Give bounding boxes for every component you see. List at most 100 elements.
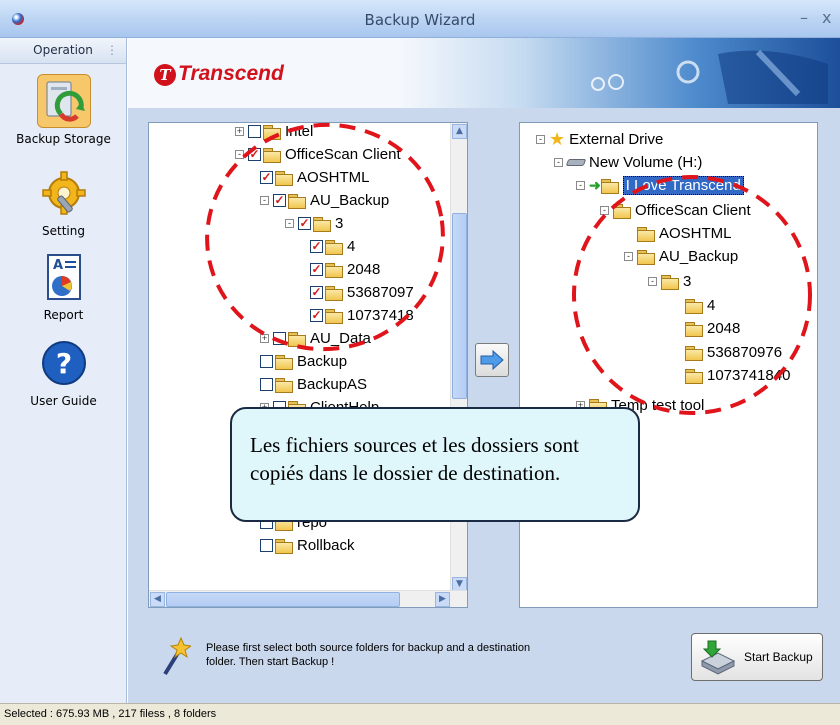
expand-icon[interactable]: + xyxy=(235,126,244,136)
destination-folder-row[interactable]: - OfficeScan Client xyxy=(600,199,751,221)
minimize-button[interactable]: – xyxy=(800,8,808,27)
source-folder-row[interactable]: - ✓ OfficeScan Client xyxy=(235,143,401,165)
collapse-icon[interactable]: - xyxy=(554,157,563,167)
folder-icon xyxy=(263,147,281,163)
callout-text: Les fichiers sources et les dossiers son… xyxy=(250,433,579,485)
folder-icon xyxy=(600,178,619,194)
folder-checkbox[interactable]: ✓ xyxy=(310,239,323,253)
collapse-icon[interactable]: - xyxy=(260,195,269,205)
scroll-thumb[interactable] xyxy=(452,213,467,399)
folder-label: 3 xyxy=(335,214,344,232)
folder-icon xyxy=(325,239,343,255)
folder-checkbox[interactable]: ✓ xyxy=(273,193,286,207)
nav-setting[interactable]: Setting xyxy=(0,166,127,238)
folder-icon xyxy=(325,308,343,324)
folder-checkbox[interactable]: ✓ xyxy=(310,285,323,299)
folder-label: 53687097 xyxy=(347,283,414,301)
folder-checkbox[interactable] xyxy=(248,124,261,138)
folder-label: I Love Transcend xyxy=(622,175,744,195)
source-folder-row[interactable]: Rollback xyxy=(260,534,355,556)
svg-text:?: ? xyxy=(55,347,71,380)
drive-backup-icon xyxy=(700,640,736,675)
collapse-icon[interactable]: - xyxy=(624,251,633,261)
folder-icon xyxy=(685,298,703,314)
source-folder-tree[interactable]: + Intel - ✓ OfficeScan Client ✓ AOSHTML - ✓ AU_Ba… xyxy=(148,122,468,608)
source-folder-row[interactable]: + Intel xyxy=(235,123,313,142)
nav-user-guide-label: User Guide xyxy=(30,394,97,408)
folder-checkbox[interactable] xyxy=(260,538,273,552)
folder-checkbox[interactable] xyxy=(260,377,273,391)
folder-label: AU_Backup xyxy=(659,247,739,265)
folder-label: 4 xyxy=(707,296,716,314)
main-area: T Transcend + Intel - ✓ OfficeScan Client ✓ AO… xyxy=(128,38,840,703)
destination-folder-row[interactable]: - ➜ I Love Transcend xyxy=(576,174,744,196)
folder-icon xyxy=(685,321,703,337)
folder-label: AOSHTML xyxy=(659,224,732,242)
destination-folder-tree[interactable]: - ★ External Drive - New Volume (H:) - ➜ I Love… xyxy=(519,122,818,608)
folder-label: 10737418 xyxy=(347,306,414,324)
collapse-icon[interactable]: - xyxy=(600,205,609,215)
source-folder-row[interactable]: Backup xyxy=(260,350,347,372)
collapse-icon[interactable]: - xyxy=(576,180,585,190)
source-horizontal-scrollbar[interactable]: ◀ ▶ xyxy=(149,590,467,607)
collapse-icon[interactable]: - xyxy=(285,218,294,228)
start-backup-button[interactable]: Start Backup xyxy=(691,633,823,681)
nav-setting-label: Setting xyxy=(42,224,85,238)
folder-checkbox[interactable] xyxy=(260,354,273,368)
start-backup-label: Start Backup xyxy=(744,650,813,664)
folder-checkbox[interactable]: ✓ xyxy=(260,170,273,184)
destination-folder-row[interactable]: 536870976 xyxy=(685,341,782,363)
folder-icon xyxy=(325,285,343,301)
scroll-left-icon[interactable]: ◀ xyxy=(150,592,165,607)
collapse-icon[interactable]: - xyxy=(648,276,657,286)
expand-icon[interactable]: + xyxy=(260,333,269,343)
folder-checkbox[interactable]: ✓ xyxy=(298,216,311,230)
destination-folder-row[interactable]: -3 xyxy=(648,270,691,292)
collapse-icon[interactable]: - xyxy=(536,134,545,144)
instruction-hint: Please first select both source folders … xyxy=(206,642,531,668)
folder-checkbox[interactable]: ✓ xyxy=(310,308,323,322)
source-folder-row[interactable]: - ✓ 3 xyxy=(285,212,343,234)
collapse-icon[interactable]: - xyxy=(235,149,244,159)
folder-label: OfficeScan Client xyxy=(285,145,401,163)
destination-folder-row[interactable]: 4 xyxy=(685,294,715,316)
folder-icon xyxy=(637,249,655,265)
h-scroll-thumb[interactable] xyxy=(166,592,400,607)
destination-folder-row[interactable]: 2048 xyxy=(685,317,740,339)
source-folder-row[interactable]: ✓ 53687097 xyxy=(310,281,414,303)
folder-checkbox[interactable]: ✓ xyxy=(310,262,323,276)
destination-folder-row[interactable]: - AU_Backup xyxy=(624,245,738,267)
destination-folder-row[interactable]: - New Volume (H:) xyxy=(554,151,702,173)
close-button[interactable]: x xyxy=(822,8,831,27)
folder-checkbox[interactable] xyxy=(273,331,286,345)
grip-icon: ⋮ xyxy=(106,43,118,57)
source-folder-row[interactable]: ✓ 4 xyxy=(310,235,355,257)
source-folder-row[interactable]: ✓ 2048 xyxy=(310,258,380,280)
operation-sidebar: Operation ⋮ Backup Storage Setting A Rep… xyxy=(0,38,127,703)
destination-folder-row[interactable]: - ★ External Drive xyxy=(536,128,663,150)
folder-checkbox[interactable]: ✓ xyxy=(248,147,261,161)
source-folder-row[interactable]: ✓ 10737418 xyxy=(310,304,414,326)
copy-arrow-button[interactable] xyxy=(475,343,509,377)
folder-label: 2048 xyxy=(347,260,381,278)
nav-report[interactable]: A Report xyxy=(0,250,127,322)
folder-label: 4 xyxy=(347,237,356,255)
nav-user-guide[interactable]: ? User Guide xyxy=(0,336,127,408)
svg-text:A: A xyxy=(53,258,63,273)
folder-icon xyxy=(661,274,679,290)
destination-folder-row[interactable]: AOSHTML xyxy=(637,222,732,244)
source-folder-row[interactable]: - ✓ AU_Backup xyxy=(260,189,389,211)
destination-folder-row[interactable]: 1073741840 xyxy=(685,364,790,386)
source-folder-row[interactable]: + AU_Data xyxy=(260,327,371,349)
folder-icon xyxy=(288,193,306,209)
right-arrow-icon xyxy=(480,350,504,370)
scroll-up-icon[interactable]: ▲ xyxy=(452,124,467,139)
folder-icon xyxy=(313,216,331,232)
source-folder-row[interactable]: ✓ AOSHTML xyxy=(260,166,370,188)
drive-icon xyxy=(565,158,587,166)
nav-backup-storage[interactable]: Backup Storage xyxy=(0,74,127,146)
scroll-right-icon[interactable]: ▶ xyxy=(435,592,450,607)
source-vertical-scrollbar[interactable]: ▲ ▼ xyxy=(450,123,467,593)
source-folder-row[interactable]: BackupAS xyxy=(260,373,367,395)
folder-icon xyxy=(637,226,655,242)
